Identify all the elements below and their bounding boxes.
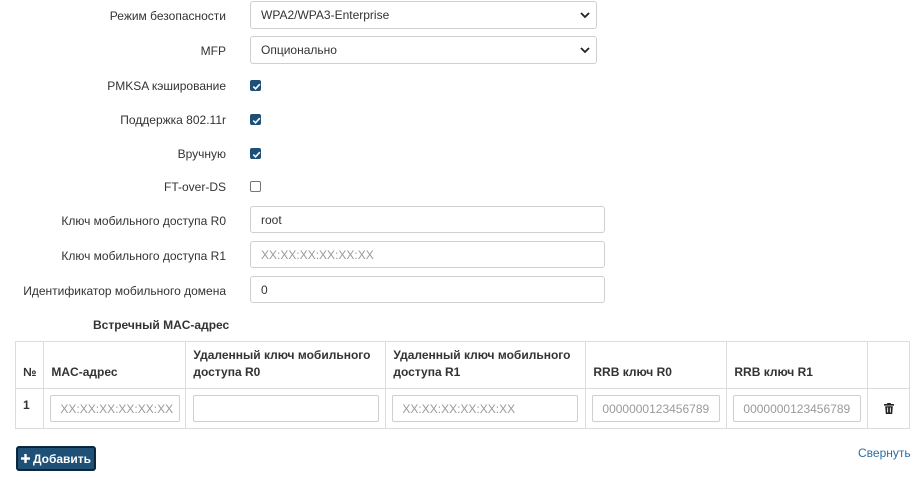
add-button[interactable]: Добавить xyxy=(16,446,96,471)
peer-mac-table: № MAC-адрес Удаленный ключ мобильного дос… xyxy=(14,341,911,429)
remote-r1-cell: XX:XX:XX:XX:XX:XX xyxy=(385,388,587,429)
trash-icon[interactable] xyxy=(884,403,895,414)
mfp-select[interactable]: Опционально xyxy=(250,36,597,64)
manual-label: Вручную xyxy=(177,147,226,161)
remote-r0-key-input[interactable] xyxy=(193,395,380,422)
table-row: 1 XX:XX:XX:XX:XX:XX XX:XX:XX:XX:XX:XX 00… xyxy=(14,388,911,429)
check-icon xyxy=(252,151,261,158)
remote-r0-cell xyxy=(185,388,387,429)
col-actions-header xyxy=(867,341,911,389)
peer-mac-title: Встречный MAC-адрес xyxy=(93,318,230,332)
support-80211r-checkbox[interactable] xyxy=(250,114,261,125)
peer-mac-input[interactable]: XX:XX:XX:XX:XX:XX xyxy=(50,395,181,422)
row-number: 1 xyxy=(23,398,30,412)
rrb-r0-key-input[interactable]: 0000000123456789 xyxy=(592,395,721,422)
mfp-label: MFP xyxy=(200,44,226,58)
chevron-down-icon xyxy=(580,12,590,19)
remote-r1-key-input[interactable]: XX:XX:XX:XX:XX:XX xyxy=(392,395,579,422)
add-button-label: Добавить xyxy=(32,451,92,466)
mfp-value: Опционально xyxy=(261,43,337,57)
row-num-cell: 1 xyxy=(14,388,45,429)
security-mode-label: Режим безопасности xyxy=(109,9,226,23)
pmksa-label: PMKSA кэширование xyxy=(107,79,226,93)
r0-key-label: Ключ мобильного доступа R0 xyxy=(61,214,226,228)
pmksa-checkbox[interactable] xyxy=(250,80,261,91)
collapse-link[interactable]: Свернуть xyxy=(858,446,911,460)
actions-cell xyxy=(867,388,911,429)
col-mac-header: MAC-адрес xyxy=(43,341,187,389)
mobility-domain-input[interactable]: 0 xyxy=(250,276,605,303)
plus-icon xyxy=(20,454,30,463)
col-num-header: № xyxy=(14,341,45,389)
rrb-r1-key-input[interactable]: 0000000123456789 xyxy=(733,395,862,422)
col-rrb-r0-header: RRB ключ R0 xyxy=(585,341,728,389)
manual-checkbox[interactable] xyxy=(250,148,261,159)
ft-over-ds-label: FT-over-DS xyxy=(163,180,226,194)
rrb-r1-cell: 0000000123456789 xyxy=(726,388,869,429)
mac-cell: XX:XX:XX:XX:XX:XX xyxy=(43,388,187,429)
security-mode-value: WPA2/WPA3-Enterprise xyxy=(261,8,390,22)
support-80211r-label: Поддержка 802.11r xyxy=(120,113,226,127)
chevron-down-icon xyxy=(580,47,590,54)
check-icon xyxy=(252,117,261,124)
r1-key-label: Ключ мобильного доступа R1 xyxy=(61,249,226,263)
ft-over-ds-checkbox[interactable] xyxy=(250,181,261,192)
col-remote-r1-header: Удаленный ключ мобильного доступа R1 xyxy=(385,341,587,389)
r0-key-input[interactable]: root xyxy=(250,206,605,233)
col-remote-r0-header: Удаленный ключ мобильного доступа R0 xyxy=(185,341,387,389)
rrb-r0-cell: 0000000123456789 xyxy=(585,388,728,429)
mobility-domain-label: Идентификатор мобильного домена xyxy=(23,284,226,298)
col-rrb-r1-header: RRB ключ R1 xyxy=(726,341,869,389)
r1-key-input[interactable]: XX:XX:XX:XX:XX:XX xyxy=(250,241,605,268)
table-header-row: № MAC-адрес Удаленный ключ мобильного дос… xyxy=(14,341,911,389)
check-icon xyxy=(252,83,261,90)
security-mode-select[interactable]: WPA2/WPA3-Enterprise xyxy=(250,1,597,29)
